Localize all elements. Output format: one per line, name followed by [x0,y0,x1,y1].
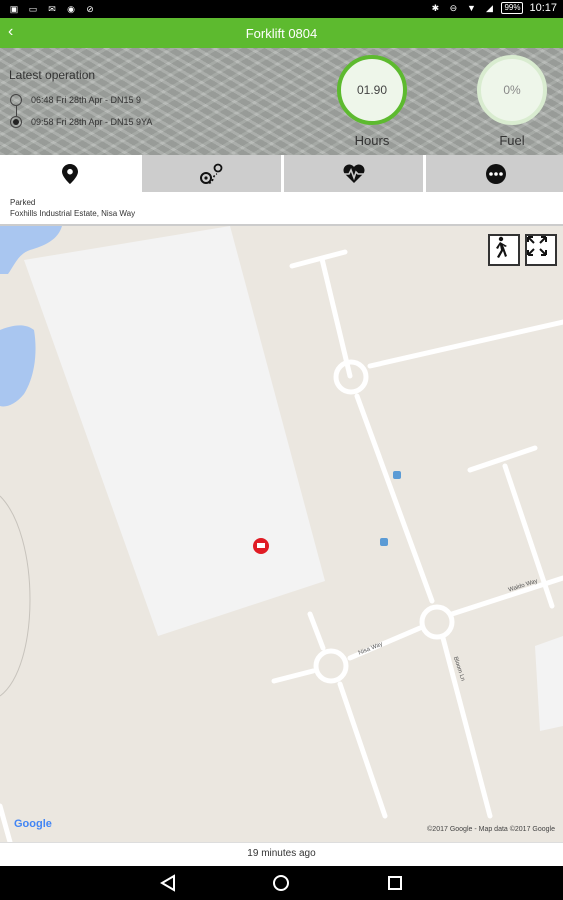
tab-more[interactable] [426,155,563,192]
heart-pulse-icon [342,163,365,183]
status-right-icons: ✱ ⊖ ▼ ◢ 99% 10:17 [429,2,557,14]
cast-icon: ▭ [28,3,38,14]
operation-entry-1[interactable]: 06:48 Fri 28th Apr - DN15 9 [31,95,141,105]
wifi-icon: ▼ [466,3,476,13]
hours-label: Hours [354,133,390,148]
fullscreen-button[interactable] [525,234,557,266]
building-right [535,636,563,731]
fullscreen-icon [527,236,547,256]
street-view-button[interactable] [488,234,520,266]
route-icon [199,163,222,184]
fuel-value: 0% [503,83,521,97]
blocked-icon: ⊘ [86,3,94,14]
status-left-icons: ▣ ▭ ✉ ◉ ⊘ [8,3,96,15]
map-canvas[interactable] [0,226,563,842]
google-logo: Google [14,818,52,830]
operation-header: Latest operation 06:48 Fri 28th Apr - DN… [0,48,563,155]
bluetooth-icon: ✱ [431,2,440,13]
status-bar: ▣ ▭ ✉ ◉ ⊘ ✱ ⊖ ▼ ◢ 99% 10:17 [0,0,563,18]
home-icon[interactable] [272,874,290,892]
more-icon [485,163,506,184]
map-view[interactable]: Nisa Way Bloom Ln Waldo Way Google ©2017… [0,226,563,842]
last-updated: 19 minutes ago [247,848,316,859]
mail-icon: ✉ [48,3,56,14]
minus-circle-icon: ⊖ [449,2,458,13]
page-title: Forklift 0804 [245,26,318,41]
location-pin-icon [61,163,78,184]
system-nav-bar [0,866,563,900]
operation-entry-2[interactable]: 09:58 Fri 28th Apr - DN15 9YA [31,117,152,127]
walk-icon [496,236,507,258]
tab-route[interactable] [142,155,281,192]
latest-operation-title: Latest operation [9,68,96,82]
chrome-icon: ◉ [67,3,75,14]
building-lot [24,226,325,636]
clock: 10:17 [529,2,557,14]
hours-gauge: 01.90 [337,55,407,125]
operation-radio-1[interactable] [10,94,22,106]
battery-indicator: 99% [501,2,524,14]
status-info: Parked Foxhills Industrial Estate, Nisa … [0,192,563,226]
map-attribution[interactable]: ©2017 Google - Map data ©2017 Google [427,826,555,833]
track-outline [0,495,31,697]
image-icon: ▣ [9,3,19,14]
tab-health[interactable] [284,155,423,192]
back-icon[interactable] [159,874,177,892]
fuel-gauge: 0% [477,55,547,125]
vehicle-location: Foxhills Industrial Estate, Nisa Way [10,209,136,218]
app-bar: ‹ Forklift 0804 [0,18,563,48]
vehicle-state: Parked [10,198,36,207]
tab-location[interactable] [0,155,139,192]
hours-value: 01.90 [356,83,388,97]
recents-icon[interactable] [386,874,404,892]
forklift-marker-icon[interactable] [253,538,269,554]
update-footer: 19 minutes ago [0,842,563,866]
operation-radio-2[interactable] [10,116,22,128]
roundabouts [313,359,455,684]
signal-icon: ◢ [485,2,493,13]
tab-bar [0,155,563,192]
water-left [0,325,36,407]
fuel-label: Fuel [499,133,525,148]
operation-timeline-link [16,106,17,116]
